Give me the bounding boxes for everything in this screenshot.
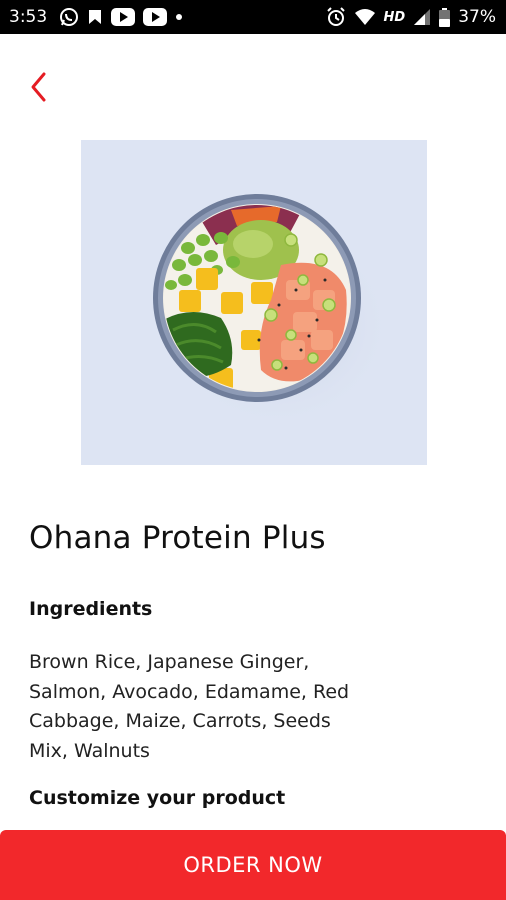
whatsapp-icon: [59, 7, 79, 27]
product-image: [81, 140, 427, 465]
battery-icon: [439, 7, 451, 27]
order-now-button[interactable]: ORDER NOW: [0, 830, 506, 900]
youtube-icon: [111, 8, 136, 26]
battery-level: 37%: [458, 7, 496, 27]
alarm-icon: [326, 7, 346, 27]
ingredients-heading: Ingredients: [29, 598, 153, 620]
status-time: 3:53: [9, 7, 48, 27]
ingredients-text: Brown Rice, Japanese Ginger, Salmon, Avo…: [29, 651, 350, 762]
product-title: Ohana Protein Plus: [29, 520, 326, 556]
chevron-left-icon: [31, 72, 46, 102]
status-bar: 3:53 HD 37%: [0, 0, 506, 34]
network-type: HD: [383, 9, 406, 25]
back-button[interactable]: [22, 70, 54, 104]
more-dot-icon: [175, 13, 183, 21]
signal-icon: [413, 8, 431, 26]
youtube-icon: [143, 8, 168, 26]
wifi-icon: [354, 8, 376, 26]
notification-icon: [87, 8, 103, 26]
customize-heading: Customize your product: [29, 787, 286, 809]
